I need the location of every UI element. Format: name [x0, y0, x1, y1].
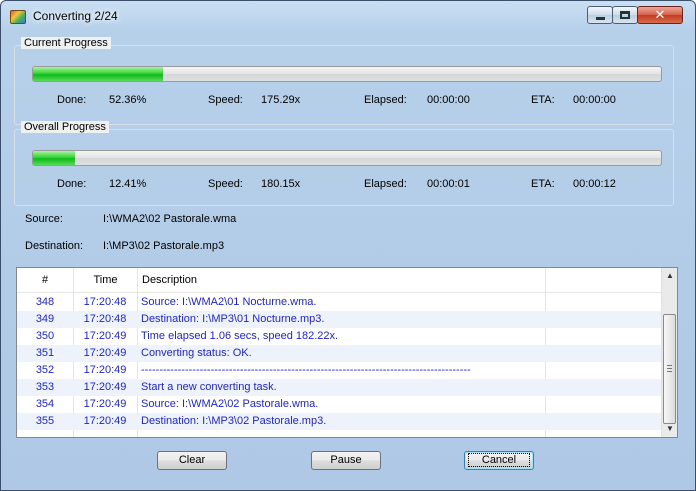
current-progress-title: Current Progress — [21, 37, 111, 49]
maximize-button[interactable] — [612, 6, 638, 24]
log-row[interactable]: 355 17:20:49 Destination: I:\MP3\02 Pastor… — [17, 413, 662, 430]
log-row-description: Converting status: OK. — [141, 347, 252, 359]
log-row-time: 17:20:48 — [83, 296, 127, 308]
log-row-description: Source: I:\WMA2\02 Pastorale.wma. — [141, 398, 319, 410]
log-row-number: 350 — [35, 330, 55, 342]
vertical-scrollbar[interactable]: ▲ ▼ — [661, 268, 677, 437]
overall-progress-bar — [32, 150, 662, 166]
source-label: Source: — [25, 213, 63, 225]
close-icon: ✕ — [654, 7, 666, 22]
source-path: I:\WMA2\02 Pastorale.wma — [103, 213, 237, 225]
current-progress-group: Current Progress Done: 52.36% Speed: 175… — [14, 37, 674, 125]
log-row-time: 17:20:49 — [83, 381, 127, 393]
clear-button[interactable]: Clear — [157, 451, 227, 470]
overall-progress-group: Overall Progress Done: 12.41% Speed: 180… — [14, 121, 674, 206]
current-progress-bar — [32, 66, 662, 82]
log-row-time: 17:20:49 — [83, 398, 127, 410]
log-row-description: Time elapsed 1.06 secs, speed 182.22x. — [141, 330, 339, 342]
log-row-time: 17:20:49 — [83, 330, 127, 342]
log-row[interactable]: 353 17:20:49 Start a new converting task. — [17, 379, 662, 396]
log-row-number: 355 — [35, 415, 55, 427]
log-header: # Time Description — [17, 268, 662, 293]
current-speed-label: Speed: — [208, 94, 243, 106]
current-speed-value: 175.29x — [261, 94, 301, 106]
overall-done-value: 12.41% — [109, 178, 147, 190]
destination-path: I:\MP3\02 Pastorale.mp3 — [103, 240, 225, 252]
current-progress-fill — [33, 67, 163, 81]
minimize-icon — [595, 17, 605, 20]
log-row-number: 348 — [35, 296, 55, 308]
scroll-thumb[interactable] — [663, 314, 676, 424]
overall-elapsed-value: 00:00:01 — [427, 178, 470, 190]
current-eta-value: 00:00:00 — [573, 94, 616, 106]
current-done-value: 52.36% — [109, 94, 147, 106]
cancel-button[interactable]: Cancel — [464, 451, 534, 470]
window-title: Converting 2/24 — [33, 9, 118, 23]
log-rows: 348 17:20:48 Source: I:\WMA2\01 Nocturne.w… — [17, 294, 662, 437]
log-row[interactable]: 349 17:20:48 Destination: I:\MP3\01 Noctur… — [17, 311, 662, 328]
log-row-description: ----------------------------------------… — [141, 364, 471, 376]
log-row[interactable]: 351 17:20:49 Converting status: OK. — [17, 345, 662, 362]
current-done-label: Done: — [57, 94, 87, 106]
log-row[interactable]: 354 17:20:49 Source: I:\WMA2\02 Pastorale.… — [17, 396, 662, 413]
maximize-icon — [620, 11, 630, 19]
log-row-description: Destination: I:\MP3\01 Nocturne.mp3. — [141, 313, 325, 325]
grip-icon — [667, 365, 672, 372]
overall-speed-label: Speed: — [208, 178, 243, 190]
current-elapsed-value: 00:00:00 — [427, 94, 470, 106]
column-header-description[interactable]: Description — [138, 268, 546, 293]
log-row-time: 17:20:49 — [83, 347, 127, 359]
column-header-number[interactable]: # — [17, 268, 74, 293]
overall-eta-value: 00:00:12 — [573, 178, 616, 190]
overall-progress-fill — [33, 151, 75, 165]
app-icon — [10, 10, 26, 24]
title-bar[interactable]: Converting 2/24 ✕ — [1, 1, 695, 31]
log-row-number: 349 — [35, 313, 55, 325]
overall-elapsed-label: Elapsed: — [364, 178, 407, 190]
log-list[interactable]: # Time Description 348 17:20:48 Source: I:… — [16, 267, 678, 438]
current-eta-label: ETA: — [531, 94, 555, 106]
log-row[interactable]: 352 17:20:49 -----------------------------… — [17, 362, 662, 379]
scroll-up-arrow-icon[interactable]: ▲ — [662, 268, 678, 284]
log-row-time: 17:20:48 — [83, 313, 127, 325]
log-row-number: 353 — [35, 381, 55, 393]
log-row-time: 17:20:49 — [83, 415, 127, 427]
log-row-number: 354 — [35, 398, 55, 410]
log-row-number: 352 — [35, 364, 55, 376]
destination-label: Destination: — [25, 240, 84, 252]
close-button[interactable]: ✕ — [637, 6, 683, 24]
cancel-button-label: Cancel — [467, 453, 531, 467]
pause-button[interactable]: Pause — [311, 451, 381, 470]
column-header-time[interactable]: Time — [74, 268, 138, 293]
overall-done-label: Done: — [57, 178, 87, 190]
current-elapsed-label: Elapsed: — [364, 94, 407, 106]
log-row-description: Start a new converting task. — [141, 381, 277, 393]
overall-progress-title: Overall Progress — [21, 121, 109, 133]
scroll-down-arrow-icon[interactable]: ▼ — [662, 421, 678, 437]
log-row[interactable]: 348 17:20:48 Source: I:\WMA2\01 Nocturne.w… — [17, 294, 662, 311]
overall-speed-value: 180.15x — [261, 178, 301, 190]
log-row-number: 351 — [35, 347, 55, 359]
overall-eta-label: ETA: — [531, 178, 555, 190]
log-row-description: Destination: I:\MP3\02 Pastorale.mp3. — [141, 415, 327, 427]
log-row-time: 17:20:49 — [83, 364, 127, 376]
minimize-button[interactable] — [587, 6, 613, 24]
log-row-description: Source: I:\WMA2\01 Nocturne.wma. — [141, 296, 317, 308]
log-row[interactable]: 350 17:20:49 Time elapsed 1.06 secs, speed… — [17, 328, 662, 345]
